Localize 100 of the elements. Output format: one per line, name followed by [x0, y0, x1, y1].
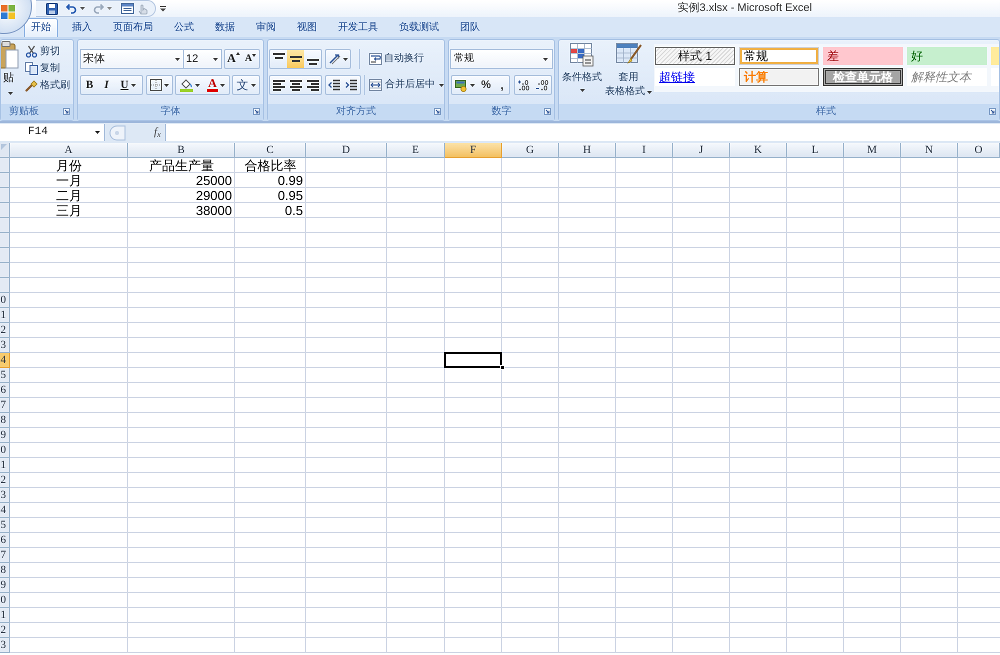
dialog-launcher-icon[interactable] — [434, 108, 441, 115]
row-header[interactable]: 7 — [0, 398, 10, 413]
font-size-dropdown[interactable]: 12 — [184, 49, 222, 69]
dialog-launcher-icon[interactable] — [63, 108, 70, 115]
table-cell-text: 二月 — [55, 188, 83, 203]
formula-input[interactable] — [164, 124, 1000, 141]
merge-center-button[interactable]: 合并后居中 — [369, 75, 444, 95]
column-header[interactable]: K — [730, 143, 787, 158]
row-header[interactable]: 7 — [0, 548, 10, 563]
row-header[interactable]: 0 — [0, 293, 10, 308]
row-header[interactable]: 8 — [0, 413, 10, 428]
column-header[interactable]: N — [901, 143, 958, 158]
triangle-icon — [1, 144, 7, 150]
caret-icon — [95, 131, 100, 134]
row-header[interactable]: 1 — [0, 458, 10, 473]
font-style-button[interactable]: U — [115, 76, 142, 94]
ribbon-tab[interactable]: 页面布局 — [106, 18, 160, 37]
ribbon-tab[interactable]: 视图 — [290, 18, 324, 37]
row-header[interactable]: 6 — [0, 383, 10, 398]
row-header[interactable]: 2 — [0, 623, 10, 638]
name-box[interactable]: F14 — [0, 124, 105, 141]
cell-style-option[interactable]: 好 — [907, 47, 987, 65]
font-name-dropdown[interactable]: 宋体 — [80, 49, 184, 69]
document-icon[interactable] — [121, 3, 134, 14]
row-header[interactable]: 4 — [0, 353, 10, 368]
conditional-formatting-button[interactable]: 条件格式 — [559, 40, 605, 104]
row-header[interactable]: 2 — [0, 473, 10, 488]
column-header[interactable]: L — [787, 143, 844, 158]
paint-bucket-icon — [180, 78, 192, 92]
ribbon-tab[interactable]: 插入 — [65, 18, 99, 37]
undo-icon[interactable] — [66, 3, 77, 14]
column-header[interactable]: H — [559, 143, 616, 158]
row-header[interactable]: 1 — [0, 308, 10, 323]
column-header[interactable]: M — [844, 143, 901, 158]
column-header[interactable]: D — [306, 143, 387, 158]
column-header[interactable]: B — [128, 143, 235, 158]
dialog-launcher-icon[interactable] — [253, 108, 260, 115]
ribbon-tab[interactable]: 数据 — [208, 18, 242, 37]
row-header[interactable]: 3 — [0, 338, 10, 353]
row-header[interactable]: 5 — [0, 518, 10, 533]
cell-style-swatch[interactable] — [991, 68, 999, 86]
row-header[interactable]: 6 — [0, 533, 10, 548]
dialog-launcher-icon[interactable] — [989, 108, 996, 115]
phonetic-guide-button[interactable]: 文 — [232, 75, 260, 95]
column-header[interactable]: G — [502, 143, 559, 158]
row-header[interactable]: 2 — [0, 323, 10, 338]
cell-style-option[interactable]: 常规 — [739, 47, 819, 65]
row-header[interactable]: 4 — [0, 503, 10, 518]
cell-style-option[interactable]: 超链接 — [655, 68, 735, 86]
row-header[interactable]: 9 — [0, 428, 10, 443]
table-cell-text: 月份 — [55, 158, 83, 173]
paste-button[interactable]: 贴 — [1, 40, 21, 104]
orientation-button[interactable] — [325, 49, 351, 69]
insert-function-button[interactable]: f$_{x}$ — [153, 124, 162, 141]
font-style-button[interactable]: B — [81, 76, 98, 94]
row-header[interactable]: 9 — [0, 578, 10, 593]
column-header[interactable]: I — [616, 143, 673, 158]
row-header[interactable]: 1 — [0, 608, 10, 623]
column-header[interactable]: O — [958, 143, 1000, 158]
format-as-table-button[interactable]: 套用 表格格式 — [605, 40, 652, 104]
column-header[interactable]: F — [445, 143, 502, 158]
ribbon-button[interactable]: 格式刷 — [25, 77, 70, 94]
grip-handle-icon[interactable] — [108, 124, 126, 140]
borders-button[interactable] — [146, 75, 173, 95]
column-header[interactable]: A — [10, 143, 128, 158]
comma-button[interactable]: , — [495, 76, 509, 94]
shrink-font-button[interactable]: A — [242, 50, 259, 68]
number-format-dropdown[interactable]: 常规 — [450, 49, 553, 69]
dialog-launcher-icon[interactable] — [544, 108, 551, 115]
wrap-text-button[interactable]: 自动换行 — [369, 49, 424, 69]
save-icon[interactable] — [46, 2, 58, 14]
ribbon-tab[interactable]: 公式 — [167, 18, 201, 37]
row-header[interactable]: 3 — [0, 488, 10, 503]
row-header[interactable]: 0 — [0, 443, 10, 458]
ribbon-button[interactable]: 剪切 — [25, 43, 70, 60]
align-center-icon — [290, 80, 302, 90]
ribbon-tab[interactable]: 开发工具 — [331, 18, 385, 37]
caret-icon[interactable] — [160, 6, 166, 12]
font-style-button[interactable]: I — [98, 76, 115, 94]
caret-icon — [543, 58, 548, 60]
cell-style-swatch[interactable] — [991, 47, 999, 65]
ribbon-tab[interactable]: 团队 — [453, 18, 487, 37]
ribbon-tab[interactable]: 负载测试 — [392, 18, 446, 37]
row-header[interactable]: 0 — [0, 593, 10, 608]
percent-button[interactable]: % — [477, 76, 495, 94]
cell-style-option[interactable]: 解释性文本 — [907, 68, 987, 86]
row-header[interactable]: 5 — [0, 368, 10, 383]
column-header[interactable]: C — [235, 143, 306, 158]
vertical-align-button[interactable] — [287, 50, 304, 68]
cell-style-option[interactable]: 样式 1 — [655, 47, 735, 65]
grow-font-button[interactable]: A — [225, 50, 242, 68]
column-header[interactable]: J — [673, 143, 730, 158]
row-header[interactable]: 3 — [0, 638, 10, 653]
ribbon-button[interactable]: 复制 — [25, 60, 70, 77]
column-header[interactable]: E — [387, 143, 445, 158]
ribbon-tab[interactable]: 审阅 — [249, 18, 283, 37]
cell-style-option[interactable]: 差 — [823, 47, 903, 65]
fill-handle[interactable] — [500, 365, 505, 370]
ribbon-tab[interactable]: 开始 — [24, 18, 58, 37]
row-header[interactable]: 8 — [0, 563, 10, 578]
